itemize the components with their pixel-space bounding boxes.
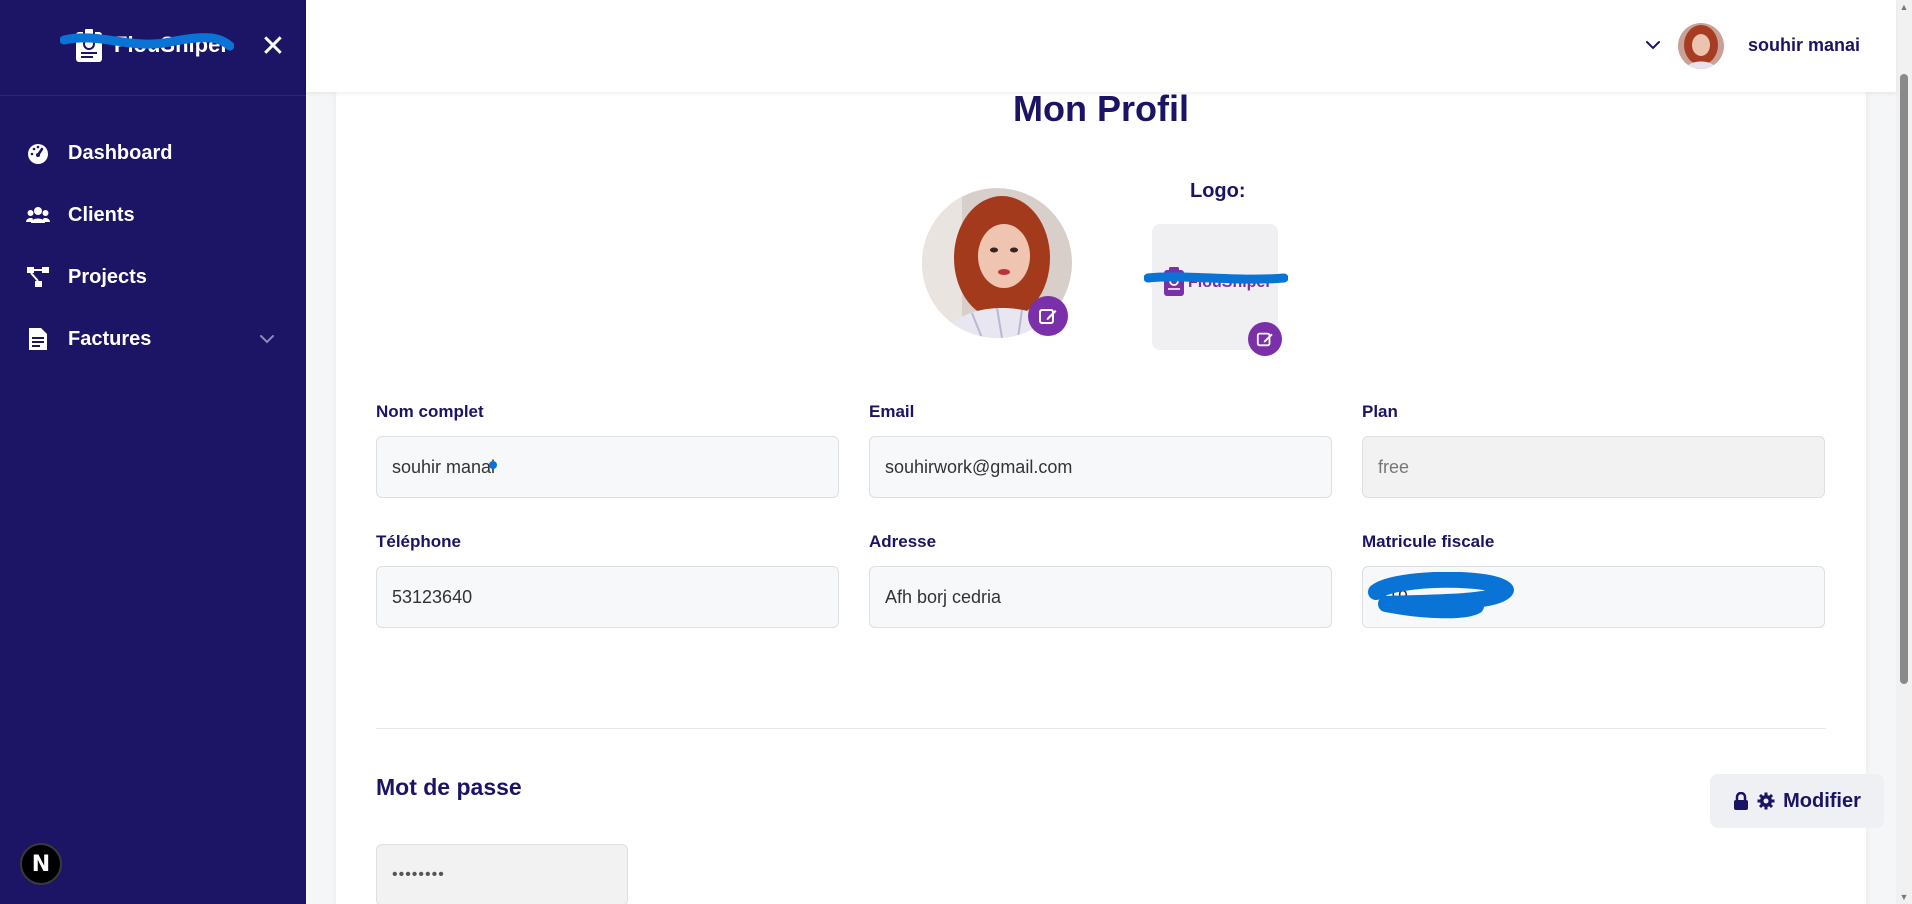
- edit-photo-button[interactable]: [1028, 296, 1068, 336]
- password-field: ••••••••: [376, 844, 628, 904]
- address-field[interactable]: Afh borj cedria: [869, 566, 1332, 628]
- section-divider: [376, 728, 1826, 729]
- gauge-icon: [26, 141, 50, 165]
- address-label: Adresse: [869, 532, 937, 551]
- avatar[interactable]: [1678, 23, 1724, 69]
- scroll-down-icon[interactable]: ▼: [1899, 892, 1909, 902]
- scroll-thumb[interactable]: [1900, 74, 1908, 684]
- email-field[interactable]: souhirwork@gmail.com: [869, 436, 1332, 498]
- sidebar-item-factures[interactable]: Factures: [0, 308, 306, 370]
- top-header: souhir manai: [306, 0, 1896, 92]
- user-name[interactable]: souhir manai: [1748, 35, 1860, 56]
- name-label: Nom complet: [376, 402, 484, 421]
- phone-field[interactable]: 53123640: [376, 566, 839, 628]
- framework-badge-label: N: [31, 851, 51, 877]
- name-field[interactable]: souhir manai: [376, 436, 839, 498]
- sidebar-item-label: Factures: [68, 327, 152, 350]
- users-icon: [26, 203, 50, 227]
- sidebar-item-label: Dashboard: [68, 141, 173, 164]
- phone-label: Téléphone: [376, 532, 462, 551]
- chevron-down-icon[interactable]: [258, 330, 276, 348]
- sidebar-item-clients[interactable]: Clients: [0, 184, 306, 246]
- profile-card: Mon Profil Logo: FlouSniper Nom complet …: [336, 88, 1884, 904]
- edit-icon: [1256, 332, 1273, 347]
- sidebar: FlouSniper ✕ Dashboard Clients Projects …: [0, 0, 306, 904]
- sidebar-item-dashboard[interactable]: Dashboard: [0, 122, 306, 184]
- sidebar-item-projects[interactable]: Projects: [0, 246, 306, 308]
- chevron-down-icon[interactable]: [1644, 36, 1662, 54]
- gear-icon: [1757, 792, 1775, 810]
- close-icon: ✕: [260, 30, 286, 63]
- logo-text: FlouSniper: [1188, 274, 1272, 291]
- brand: FlouSniper ✕: [0, 0, 306, 96]
- email-label: Email: [869, 402, 915, 421]
- logo-label: Logo:: [1190, 180, 1246, 202]
- plan-field: free: [1362, 436, 1825, 498]
- edit-icon: [1039, 309, 1057, 324]
- password-section-title: Mot de passe: [376, 774, 522, 800]
- scroll-up-icon[interactable]: ▲: [1899, 2, 1909, 12]
- close-sidebar-button[interactable]: ✕: [258, 32, 288, 62]
- main-content: Mon Profil Logo: FlouSniper Nom complet …: [306, 88, 1896, 904]
- page-scrollbar[interactable]: ▲ ▼: [1896, 0, 1912, 904]
- modify-password-label: Modifier: [1783, 789, 1861, 812]
- invoice-icon: [26, 327, 50, 351]
- sidebar-item-label: Projects: [68, 265, 147, 288]
- modify-password-button[interactable]: Modifier: [1710, 774, 1884, 828]
- redaction-scribble: [60, 33, 234, 51]
- sidebar-nav: Dashboard Clients Projects Factures: [0, 122, 306, 370]
- plan-label: Plan: [1362, 402, 1398, 421]
- sidebar-item-label: Clients: [68, 203, 135, 226]
- page-title: Mon Profil: [1013, 88, 1189, 129]
- edit-logo-button[interactable]: [1248, 322, 1282, 356]
- lock-icon: [1734, 792, 1749, 810]
- framework-badge[interactable]: N: [20, 843, 62, 885]
- tax-id-label: Matricule fiscale: [1362, 532, 1495, 551]
- tax-id-field[interactable]: 519: [1362, 566, 1825, 628]
- diagram-project-icon: [26, 265, 50, 289]
